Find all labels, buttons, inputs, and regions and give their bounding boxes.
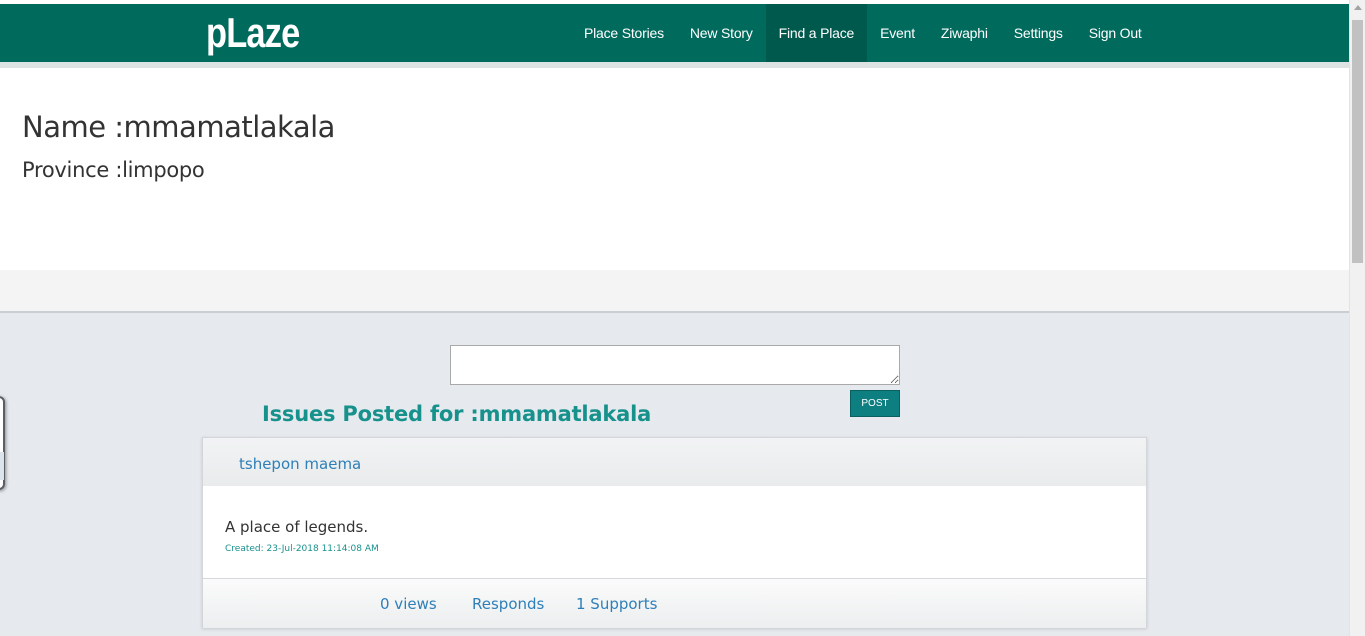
issue-text: A place of legends.: [225, 518, 369, 536]
responds-link[interactable]: Responds: [472, 595, 544, 613]
scroll-up-arrow-icon[interactable]: [1354, 5, 1362, 10]
brand-logo[interactable]: pLaze: [206, 10, 300, 56]
nav-ziwaphi[interactable]: Ziwaphi: [928, 4, 1001, 62]
issue-created-timestamp: Created: 23-Jul-2018 11:14:08 AM: [225, 544, 379, 554]
nav-sign-out[interactable]: Sign Out: [1076, 4, 1155, 62]
nav-place-stories[interactable]: Place Stories: [571, 4, 677, 62]
issues-heading: Issues Posted for :mmamatlakala: [262, 402, 652, 426]
main-nav: Place Stories New Story Find a Place Eve…: [571, 4, 1155, 62]
issue-author-link[interactable]: tshepon maema: [239, 455, 361, 473]
views-link[interactable]: 0 views: [380, 595, 437, 613]
section-divider: [0, 270, 1349, 313]
nav-new-story[interactable]: New Story: [677, 4, 766, 62]
profile-province: Province :limpopo: [22, 158, 205, 182]
issue-card-body: A place of legends. Created: 23-Jul-2018…: [203, 486, 1146, 578]
side-tab-widget[interactable]: [0, 396, 5, 490]
issue-textarea[interactable]: [450, 345, 900, 385]
issue-card-footer: 0 views Responds 1 Supports: [203, 578, 1146, 628]
navbar: pLaze Place Stories New Story Find a Pla…: [0, 4, 1349, 62]
issue-card-header: tshepon maema: [203, 438, 1146, 486]
nav-settings[interactable]: Settings: [1001, 4, 1076, 62]
profile-name: Name :mmamatlakala: [22, 110, 335, 144]
nav-event[interactable]: Event: [867, 4, 928, 62]
side-tab-handle: [0, 452, 4, 480]
issue-card: tshepon maema A place of legends. Create…: [202, 437, 1147, 628]
page-scrollbar[interactable]: [1349, 0, 1365, 636]
post-button[interactable]: POST: [850, 390, 900, 417]
scrollbar-thumb[interactable]: [1352, 20, 1363, 263]
profile-panel: Name :mmamatlakala Province :limpopo: [0, 68, 1349, 270]
nav-find-a-place[interactable]: Find a Place: [765, 4, 868, 62]
supports-link[interactable]: 1 Supports: [576, 595, 657, 613]
